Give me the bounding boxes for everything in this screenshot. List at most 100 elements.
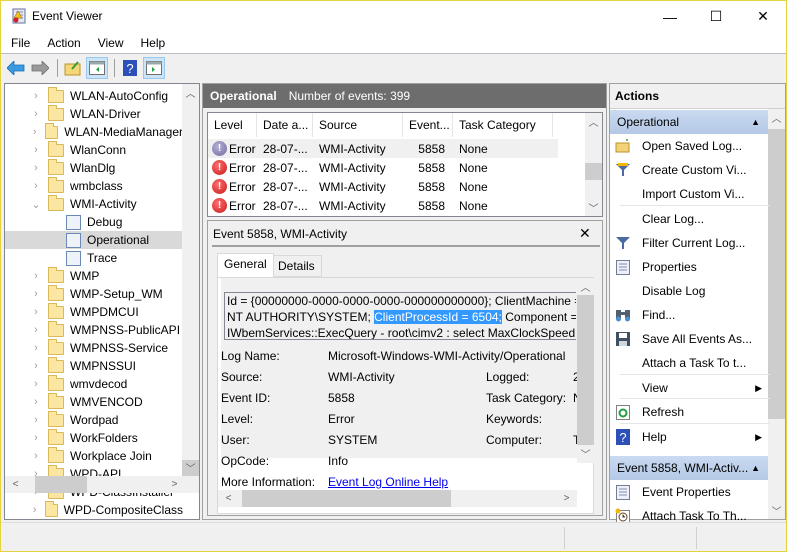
tree-item-wmp-setup-wm[interactable]: › WMP-Setup_WM: [5, 284, 183, 303]
tree-item-wmi-activity[interactable]: ⌄ WMI-Activity: [5, 194, 183, 213]
tree-item-wmpnss-publicapi[interactable]: › WMPNSS-PublicAPI: [5, 320, 183, 339]
scroll-thumb[interactable]: [35, 476, 87, 493]
scroll-up-arrow[interactable]: ︿: [577, 278, 594, 295]
events-vertical-scrollbar[interactable]: ︿ ﹀: [585, 113, 602, 216]
action-create-custom-vi[interactable]: Create Custom Vi...: [610, 158, 768, 182]
column-header-task-category[interactable]: Task Category: [453, 113, 553, 137]
action-filter-current-log[interactable]: Filter Current Log...: [610, 231, 768, 255]
close-detail-button[interactable]: ✕: [579, 225, 591, 242]
chevron-right-icon[interactable]: ›: [30, 108, 42, 120]
action-help[interactable]: ? Help ▶: [610, 425, 768, 449]
tree-item-wlanconn[interactable]: › WlanConn: [5, 140, 183, 159]
action-refresh[interactable]: Refresh: [610, 400, 768, 424]
chevron-right-icon[interactable]: ›: [30, 450, 42, 462]
chevron-right-icon[interactable]: ›: [30, 360, 42, 372]
chevron-right-icon[interactable]: ›: [30, 378, 42, 390]
detail-horizontal-scrollbar[interactable]: < >: [218, 490, 577, 507]
column-header-level[interactable]: Level: [208, 113, 257, 137]
chevron-right-icon[interactable]: ›: [30, 90, 42, 102]
scroll-right-arrow[interactable]: >: [558, 490, 575, 507]
event-row[interactable]: ! Error 28-07-... WMI-Activity 5858 None: [208, 139, 558, 158]
menu-file[interactable]: File: [4, 33, 37, 53]
event-row[interactable]: ! Error 28-07-... WMI-Activity 5858 None: [208, 158, 558, 177]
tab-general[interactable]: General: [217, 253, 274, 277]
close-button[interactable]: ✕: [740, 1, 786, 32]
tree-item-wpd-compositeclass[interactable]: › WPD-CompositeClass: [5, 500, 183, 519]
scroll-thumb[interactable]: [242, 490, 451, 507]
tree-item-wordpad[interactable]: › Wordpad: [5, 410, 183, 429]
chevron-right-icon[interactable]: ›: [30, 270, 42, 282]
action-clear-log[interactable]: Clear Log...: [610, 207, 768, 231]
scroll-down-arrow[interactable]: ﹀: [182, 459, 199, 476]
event-log-online-help-link[interactable]: Event Log Online Help: [328, 475, 448, 489]
scroll-thumb[interactable]: [577, 295, 594, 445]
chevron-right-icon[interactable]: ›: [30, 306, 42, 318]
actions-group-event[interactable]: Event 5858, WMI-Activ... ▲: [610, 456, 768, 480]
tree-item-wmp[interactable]: › WMP: [5, 266, 183, 285]
scroll-left-arrow[interactable]: <: [7, 476, 24, 493]
scroll-up-arrow[interactable]: ︿: [182, 84, 199, 101]
action-import-custom-vi[interactable]: Import Custom Vi...: [610, 182, 768, 206]
tree-item-wlan-autoconfig[interactable]: › WLAN-AutoConfig: [5, 86, 183, 105]
scroll-thumb[interactable]: [768, 129, 785, 419]
action-attach-a-task-to-t[interactable]: Attach a Task To t...: [610, 351, 768, 375]
chevron-right-icon[interactable]: ›: [30, 342, 42, 354]
tree-item-trace[interactable]: Trace: [5, 249, 183, 267]
scroll-down-arrow[interactable]: ﹀: [768, 502, 785, 519]
event-description[interactable]: Id = {00000000-0000-0000-0000-0000000000…: [224, 292, 576, 340]
tab-details[interactable]: Details: [271, 255, 322, 277]
open-button[interactable]: [62, 57, 84, 79]
chevron-right-icon[interactable]: ›: [30, 126, 39, 138]
scroll-up-arrow[interactable]: ︿: [768, 109, 785, 126]
chevron-right-icon[interactable]: ›: [30, 324, 42, 336]
action-event-properties[interactable]: Event Properties: [610, 480, 768, 504]
help-button[interactable]: ?: [119, 57, 141, 79]
tree-item-wmpnssui[interactable]: › WMPNSSUI: [5, 356, 183, 375]
column-header-date[interactable]: Date a...: [257, 113, 313, 137]
action-open-saved-log[interactable]: Open Saved Log...: [610, 134, 768, 158]
scroll-thumb[interactable]: [585, 163, 602, 180]
action-disable-log[interactable]: Disable Log: [610, 279, 768, 303]
menu-action[interactable]: Action: [40, 33, 87, 53]
tree-item-wmpdmcui[interactable]: › WMPDMCUI: [5, 302, 183, 321]
tree-item-workfolders[interactable]: › WorkFolders: [5, 428, 183, 447]
column-header-source[interactable]: Source: [313, 113, 403, 137]
scroll-up-arrow[interactable]: ︿: [585, 113, 602, 130]
actions-vertical-scrollbar[interactable]: ︿ ﹀: [768, 109, 785, 519]
show-hide-console-tree-button[interactable]: [86, 57, 108, 79]
tree-item-wmbclass[interactable]: › wmbclass: [5, 176, 183, 195]
back-button[interactable]: [5, 57, 27, 79]
menu-help[interactable]: Help: [134, 33, 173, 53]
chevron-right-icon[interactable]: ›: [30, 504, 39, 516]
action-view[interactable]: View ▶: [610, 376, 768, 400]
chevron-down-icon[interactable]: ⌄: [30, 198, 42, 211]
tree-item-wmvencod[interactable]: › WMVENCOD: [5, 392, 183, 411]
action-save-all-events-as[interactable]: Save All Events As...: [610, 327, 768, 351]
forward-button[interactable]: [29, 57, 51, 79]
chevron-right-icon[interactable]: ›: [30, 414, 42, 426]
tree-item-wmpnss-service[interactable]: › WMPNSS-Service: [5, 338, 183, 357]
action-properties[interactable]: Properties: [610, 255, 768, 279]
tree-item-wlandlg[interactable]: › WlanDlg: [5, 158, 183, 177]
show-hide-action-pane-button[interactable]: [143, 57, 165, 79]
maximize-button[interactable]: ☐: [693, 1, 739, 32]
tree-vertical-scrollbar[interactable]: ︿ ﹀: [182, 84, 199, 478]
chevron-right-icon[interactable]: ›: [30, 144, 42, 156]
tree-item-wlan-mediamanager[interactable]: › WLAN-MediaManager: [5, 122, 183, 141]
tree-item-workplace-join[interactable]: › Workplace Join: [5, 446, 183, 465]
chevron-right-icon[interactable]: ›: [30, 162, 42, 174]
tree-item-debug[interactable]: Debug: [5, 213, 183, 231]
chevron-right-icon[interactable]: ›: [30, 288, 42, 300]
chevron-right-icon[interactable]: ›: [30, 180, 42, 192]
scroll-down-arrow[interactable]: ﹀: [585, 199, 602, 216]
scroll-left-arrow[interactable]: <: [220, 490, 237, 507]
chevron-right-icon[interactable]: ›: [30, 432, 42, 444]
scroll-down-arrow[interactable]: ﹀: [577, 445, 594, 462]
tree-item-wlan-driver[interactable]: › WLAN-Driver: [5, 104, 183, 123]
event-row[interactable]: ! Error 28-07-... WMI-Activity 5858 None: [208, 196, 558, 215]
column-header-event-id[interactable]: Event...: [403, 113, 453, 137]
tree-item-wmvdecod[interactable]: › wmvdecod: [5, 374, 183, 393]
actions-group-operational[interactable]: Operational ▲: [610, 110, 768, 134]
menu-view[interactable]: View: [91, 33, 131, 53]
tree-item-operational[interactable]: Operational: [5, 231, 183, 249]
